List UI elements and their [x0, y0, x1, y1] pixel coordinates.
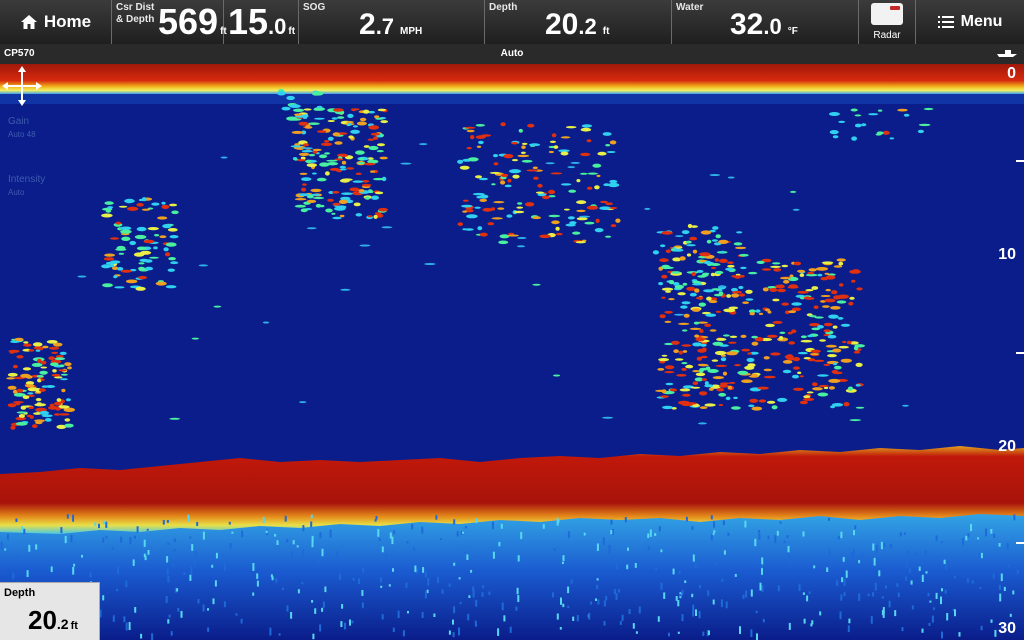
sog-cell[interactable]: SOG 2.7 MPH [299, 0, 485, 44]
depth-minor-tick [1016, 542, 1024, 544]
depth-tick-20: 20 [998, 438, 1016, 455]
gain-sub: Auto 48 [8, 130, 36, 139]
water-value-group: 32.0 °F [730, 8, 798, 42]
crosshair-cursor-icon[interactable] [0, 64, 44, 108]
depth-tick-0: 0 [1007, 65, 1016, 82]
sog-dec: .7 [375, 14, 395, 39]
csr-dist-label: Csr Dist & Depth [116, 2, 154, 26]
intensity-sub: Auto [8, 188, 25, 197]
water-int: 32 [730, 8, 764, 41]
water-temp-cell[interactable]: Water 32.0 °F [672, 0, 859, 44]
depth-box-int: 20 [28, 605, 57, 635]
sog-unit: MPH [400, 26, 423, 37]
csr-label-line2: & Depth [116, 14, 155, 25]
home-icon [20, 15, 37, 29]
home-button[interactable]: Home [0, 0, 112, 44]
depth-value-group: 20.2 ft [545, 8, 609, 42]
depth-box-dec: .2 [56, 616, 69, 632]
cursor-depth-cell[interactable]: 15.0 ft [224, 0, 299, 44]
csr-dist-value: 569 [158, 1, 219, 42]
radar-button[interactable]: Radar [859, 0, 916, 44]
csr-depth-int: 15 [228, 1, 269, 42]
depth-databox[interactable]: Depth 20.2 ft [0, 582, 100, 640]
radar-icon [871, 3, 903, 25]
water-dec: .0 [763, 14, 782, 39]
top-data-bar: Home Csr Dist & Depth 569 ft 15.0 ft SOG 2… [0, 0, 1024, 44]
csr-depth-value-group: 15.0 ft [228, 1, 295, 43]
intensity-label: Intensity [8, 174, 46, 185]
gain-label: Gain [8, 116, 30, 127]
depth-cell[interactable]: Depth 20.2 ft [485, 0, 672, 44]
home-label: Home [43, 12, 92, 31]
radar-label: Radar [873, 30, 901, 41]
csr-label-line1: Csr Dist [116, 2, 155, 13]
depth-box-value: 20.2 ft [28, 605, 78, 636]
csr-depth-dec: .0 [268, 14, 287, 39]
depth-box-label: Depth [4, 587, 36, 599]
menu-label: Menu [960, 13, 1003, 30]
depth-label: Depth [489, 2, 518, 13]
csr-dist-value-group: 569 ft [158, 1, 227, 43]
menu-button[interactable]: Menu [916, 0, 1024, 44]
depth-box-unit: ft [70, 620, 78, 632]
depth-unit: ft [602, 26, 610, 37]
depth-dec: .2 [578, 14, 597, 39]
depth-minor-tick [1016, 352, 1024, 354]
sog-int: 2 [359, 8, 376, 41]
depth-tick-30: 30 [998, 620, 1016, 637]
menu-icon [937, 16, 954, 28]
sog-value-group: 2.7 MPH [359, 8, 422, 42]
depth-tick-10: 10 [998, 246, 1016, 263]
water-unit: °F [787, 26, 798, 37]
range-mode: Auto [500, 48, 524, 59]
boat-icon [996, 48, 1018, 61]
water-label: Water [676, 2, 704, 13]
status-strip: CP570 Auto [0, 44, 1024, 64]
sonar-display[interactable]: Gain Auto 48 Intensity Auto 0 10 20 30 [0, 64, 1024, 640]
csr-depth-unit: ft [288, 26, 296, 37]
sog-label: SOG [303, 2, 326, 13]
cursor-distance-cell[interactable]: Csr Dist & Depth 569 ft [112, 0, 227, 44]
depth-minor-tick [1016, 160, 1024, 162]
sonar-image [0, 64, 1024, 640]
depth-int: 20 [545, 8, 579, 41]
